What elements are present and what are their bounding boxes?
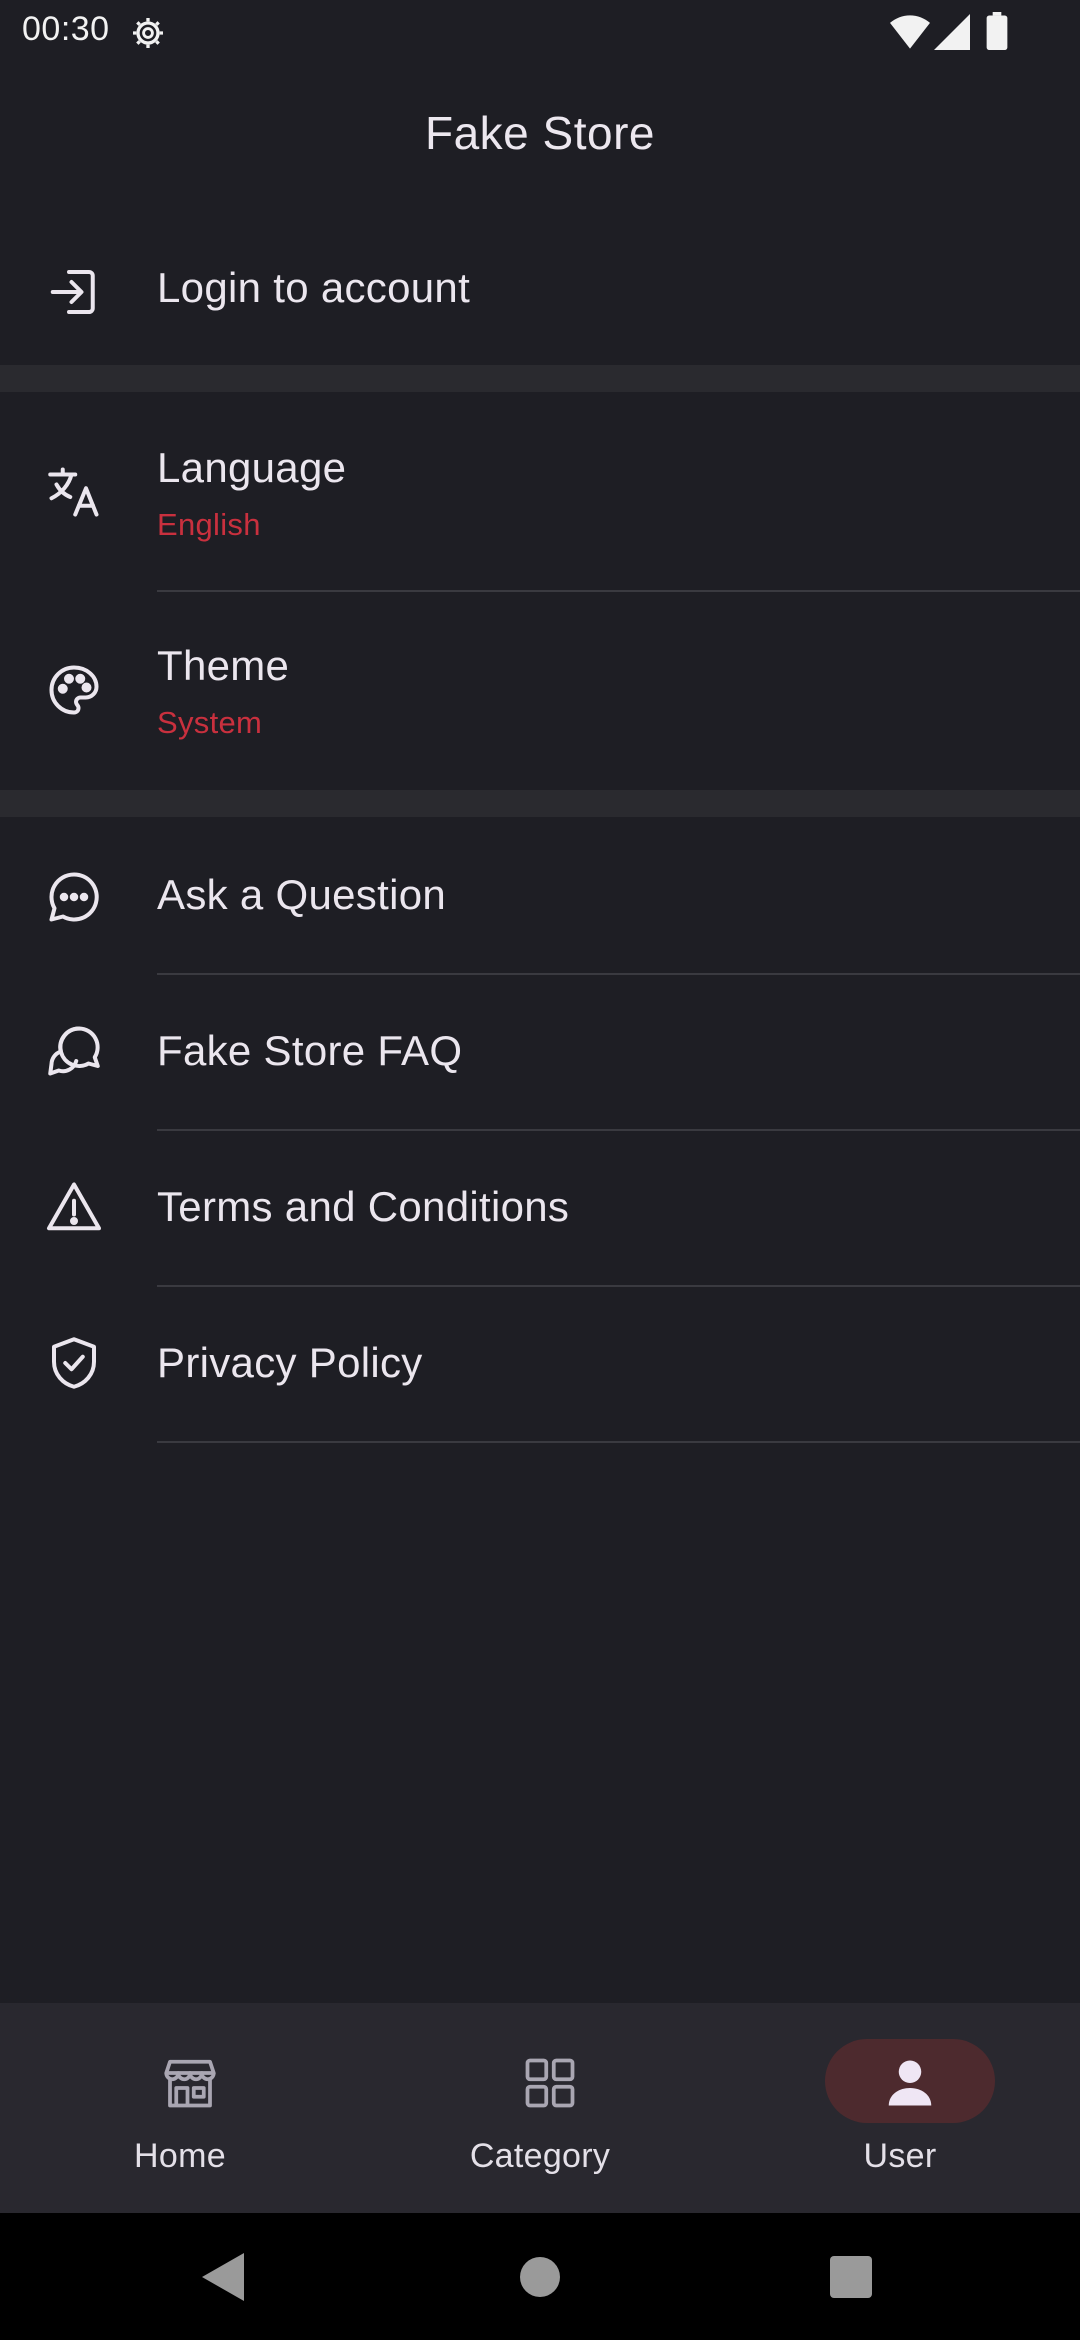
nav-category-label: Category	[469, 2137, 611, 2175]
translate-icon	[48, 467, 99, 517]
faq-row[interactable]: Fake Store FAQ	[0, 975, 1080, 1129]
nav-home-label: Home	[134, 2137, 226, 2175]
nav-category[interactable]: Category	[360, 2003, 720, 2213]
system-navigation-bar	[0, 2213, 1080, 2340]
grid-icon	[525, 2058, 575, 2108]
bottom-navigation: Home Category User	[0, 2003, 1080, 2213]
palette-icon	[49, 665, 99, 715]
chat-bubbles-icon	[48, 1026, 100, 1076]
section-divider	[0, 365, 1080, 392]
login-row[interactable]: Login to account	[0, 220, 1080, 365]
page-title: Fake Store	[425, 107, 655, 159]
language-row[interactable]: Language English	[0, 392, 1080, 590]
store-icon	[164, 2059, 216, 2108]
privacy-label: Privacy Policy	[157, 1339, 423, 1386]
recents-square-icon[interactable]	[830, 2256, 872, 2298]
theme-value: System	[157, 705, 263, 740]
ask-question-label: Ask a Question	[157, 871, 447, 918]
privacy-row[interactable]: Privacy Policy	[0, 1287, 1080, 1441]
nav-home[interactable]: Home	[0, 2003, 360, 2213]
status-time: 00:30	[22, 10, 110, 48]
faq-label: Fake Store FAQ	[157, 1027, 463, 1074]
terms-label: Terms and Conditions	[157, 1183, 570, 1230]
terms-row[interactable]: Terms and Conditions	[0, 1131, 1080, 1285]
login-icon	[50, 270, 95, 314]
battery-icon	[986, 12, 1008, 50]
divider	[157, 1441, 1080, 1443]
chat-bubble-icon	[49, 872, 99, 922]
theme-label: Theme	[157, 642, 290, 689]
back-icon[interactable]	[200, 2251, 248, 2303]
section-divider	[0, 790, 1080, 817]
shield-check-icon	[52, 1337, 96, 1389]
ask-question-row[interactable]: Ask a Question	[0, 817, 1080, 973]
login-label: Login to account	[157, 264, 471, 311]
home-circle-icon[interactable]	[520, 2257, 560, 2297]
language-label: Language	[157, 444, 347, 491]
status-bar: 00:30	[0, 0, 1080, 64]
person-icon	[888, 2060, 932, 2106]
nav-user-label: User	[863, 2137, 937, 2175]
theme-row[interactable]: Theme System	[0, 592, 1080, 790]
wifi-icon	[890, 15, 930, 49]
gear-icon	[133, 18, 163, 48]
nav-user[interactable]: User	[720, 2003, 1080, 2213]
warning-icon	[47, 1182, 101, 1231]
signal-icon	[934, 14, 970, 50]
language-value: English	[157, 507, 261, 542]
